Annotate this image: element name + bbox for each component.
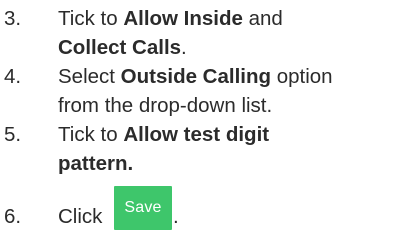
step-4: 4. Select Outside Calling option from th…	[0, 62, 415, 120]
step-text: from the drop-down list.	[58, 94, 273, 117]
step-text-line: from the drop-down list.	[58, 91, 272, 120]
step-text-line: Select Outside Calling option	[58, 62, 333, 91]
step-5: 5. Tick to Allow test digit pattern.	[0, 120, 415, 178]
step-text-line: pattern.	[58, 149, 133, 178]
step-bold-text: Allow Inside	[123, 7, 243, 30]
step-text: Click	[58, 205, 103, 228]
step-bold-text: Collect Calls	[58, 36, 182, 59]
step-text: Tick to	[58, 123, 124, 146]
step-bold-text: Allow test digit	[123, 123, 270, 146]
step-text: Tick to	[58, 7, 124, 30]
step-text-line: Collect Calls.	[58, 33, 187, 62]
step-number: 4.	[4, 65, 22, 88]
step-text-line: Tick to Allow test digit	[58, 120, 269, 149]
step-text: .	[173, 205, 179, 228]
step-text: and	[242, 7, 283, 30]
step-text: Select	[58, 65, 121, 88]
step-number: 6.	[4, 205, 22, 228]
step-text: .	[181, 36, 187, 59]
save-button[interactable]: Save	[114, 186, 172, 230]
step-6: 6. Click Save .	[0, 186, 415, 236]
step-number: 3.	[4, 7, 22, 30]
step-text: option	[271, 65, 333, 88]
step-text-line: Tick to Allow Inside and	[58, 4, 283, 33]
step-3: 3. Tick to Allow Inside and Collect Call…	[0, 4, 415, 62]
step-bold-text: pattern.	[58, 152, 134, 175]
step-bold-text: Outside Calling	[120, 65, 272, 88]
step-number: 5.	[4, 123, 22, 146]
